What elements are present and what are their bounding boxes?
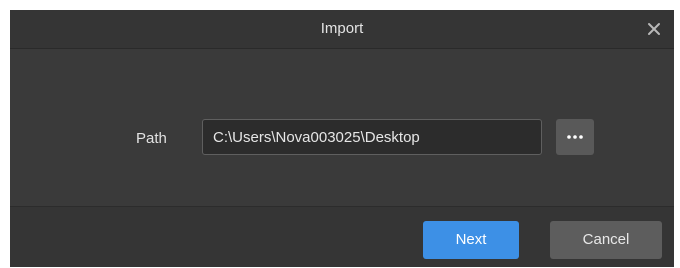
dialog-title: Import (320, 20, 364, 37)
import-dialog: Import Path Next Cancel (10, 10, 674, 267)
browse-button[interactable] (556, 119, 594, 155)
dialog-footer: Next Cancel (10, 206, 674, 267)
next-button[interactable]: Next (423, 221, 519, 259)
path-input[interactable] (202, 119, 542, 155)
close-icon[interactable] (642, 17, 666, 41)
path-label: Path (136, 130, 167, 147)
cancel-button[interactable]: Cancel (550, 221, 662, 259)
ellipsis-icon (567, 135, 583, 139)
dialog-titlebar: Import (10, 10, 674, 49)
dialog-body: Path (10, 49, 674, 206)
